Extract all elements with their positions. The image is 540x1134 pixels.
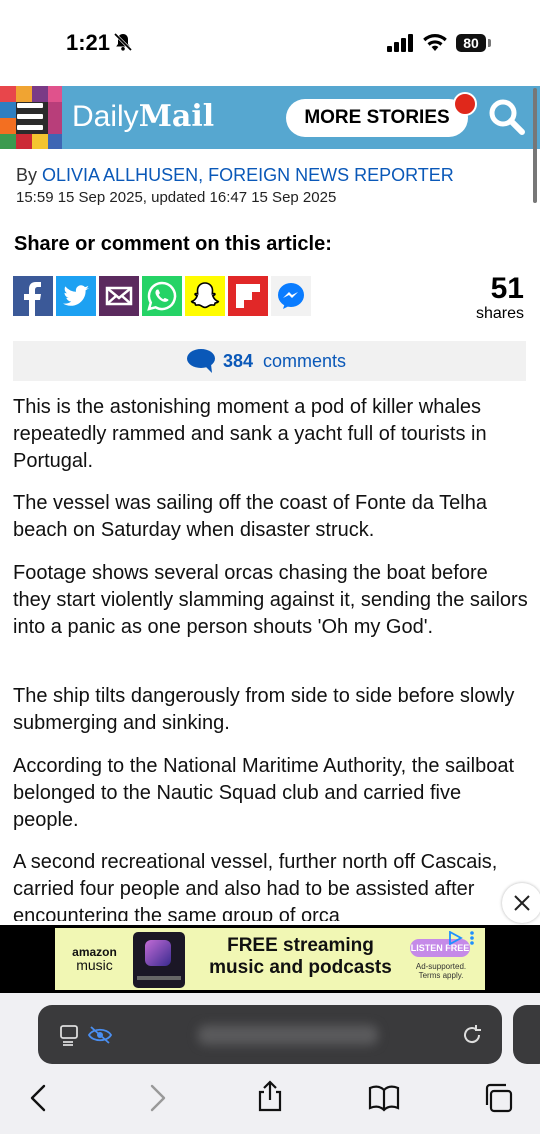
- amazon-music-logo: amazon music: [67, 946, 122, 973]
- wifi-icon: [423, 34, 447, 51]
- share-count-number: 51: [490, 272, 524, 305]
- tabs-icon[interactable]: [482, 1082, 514, 1114]
- logo-daily: Daily: [72, 100, 139, 133]
- comments-label: comments: [263, 351, 347, 371]
- ad-headline: FREE streaming music and podcasts: [209, 935, 392, 978]
- browser-toolbar: [0, 993, 540, 1134]
- silent-bell-icon: [113, 32, 133, 52]
- logo-mail: Mail: [138, 99, 215, 134]
- article-paragraph: Footage shows several orcas chasing the …: [13, 562, 528, 638]
- phone-image: [133, 932, 185, 988]
- email-icon[interactable]: [99, 276, 139, 316]
- amazon-music-ad[interactable]: amazon music FREE streaming music and po…: [55, 928, 485, 990]
- search-icon[interactable]: [487, 97, 527, 137]
- flipboard-icon[interactable]: [228, 276, 268, 316]
- ad-more-icon[interactable]: [469, 930, 475, 946]
- adchoices-icon[interactable]: [448, 931, 464, 945]
- close-icon: [514, 895, 530, 911]
- article-paragraph: The vessel was sailing off the coast of …: [13, 492, 487, 541]
- address-bar[interactable]: [38, 1005, 502, 1064]
- status-bar: 1:21 80: [0, 0, 540, 86]
- status-time: 1:21: [66, 30, 111, 55]
- page-scrollbar[interactable]: [533, 88, 537, 203]
- comments-button[interactable]: 384 comments: [13, 341, 526, 381]
- ad-disclaimer: Ad-supported. Terms apply.: [415, 962, 467, 980]
- cellular-signal-icon: [387, 34, 413, 52]
- article-paragraph: A second recreational vessel, further no…: [13, 851, 498, 921]
- comment-bubble-icon: [187, 349, 215, 373]
- page-menu-icon[interactable]: [60, 1024, 82, 1046]
- forward-icon[interactable]: [140, 1082, 172, 1114]
- byline-by: By: [16, 165, 43, 185]
- close-ad-button[interactable]: [502, 883, 540, 923]
- back-icon[interactable]: [24, 1082, 56, 1114]
- messenger-icon[interactable]: [271, 276, 311, 316]
- url-text-blurred: [198, 1025, 378, 1045]
- facebook-icon[interactable]: [13, 276, 53, 316]
- next-tab-preview[interactable]: [513, 1005, 540, 1064]
- share-count: 51 shares: [466, 273, 524, 323]
- notification-dot: [453, 92, 477, 116]
- reload-icon[interactable]: [460, 1023, 484, 1047]
- author-link[interactable]: OLIVIA ALLHUSEN, FOREIGN NEWS REPORTER: [42, 165, 454, 185]
- whatsapp-icon[interactable]: [142, 276, 182, 316]
- privacy-eye-icon[interactable]: [88, 1026, 112, 1044]
- article-dates: 15:59 15 Sep 2025, updated 16:47 15 Sep …: [16, 189, 337, 206]
- byline: By OLIVIA ALLHUSEN, FOREIGN NEWS REPORTE…: [16, 165, 454, 186]
- article-paragraph: According to the National Maritime Autho…: [13, 755, 514, 831]
- twitter-icon[interactable]: [56, 276, 96, 316]
- bookmarks-icon[interactable]: [368, 1082, 400, 1114]
- ad-brand-bottom: music: [76, 957, 113, 973]
- snapchat-icon[interactable]: [185, 276, 225, 316]
- share-count-label: shares: [475, 305, 524, 322]
- comments-count: 384: [223, 351, 254, 371]
- battery-tip: [488, 39, 491, 47]
- battery-icon: 80: [456, 34, 486, 52]
- share-title: Share or comment on this article:: [14, 233, 332, 255]
- article-paragraph: This is the astonishing moment a pod of …: [13, 396, 487, 472]
- more-stories-button[interactable]: MORE STORIES: [286, 99, 468, 137]
- share-icon[interactable]: [254, 1080, 286, 1112]
- daily-mail-logo[interactable]: DailyMail: [72, 100, 214, 134]
- menu-icon[interactable]: [17, 103, 43, 131]
- article-paragraph: The ship tilts dangerously from side to …: [13, 685, 515, 734]
